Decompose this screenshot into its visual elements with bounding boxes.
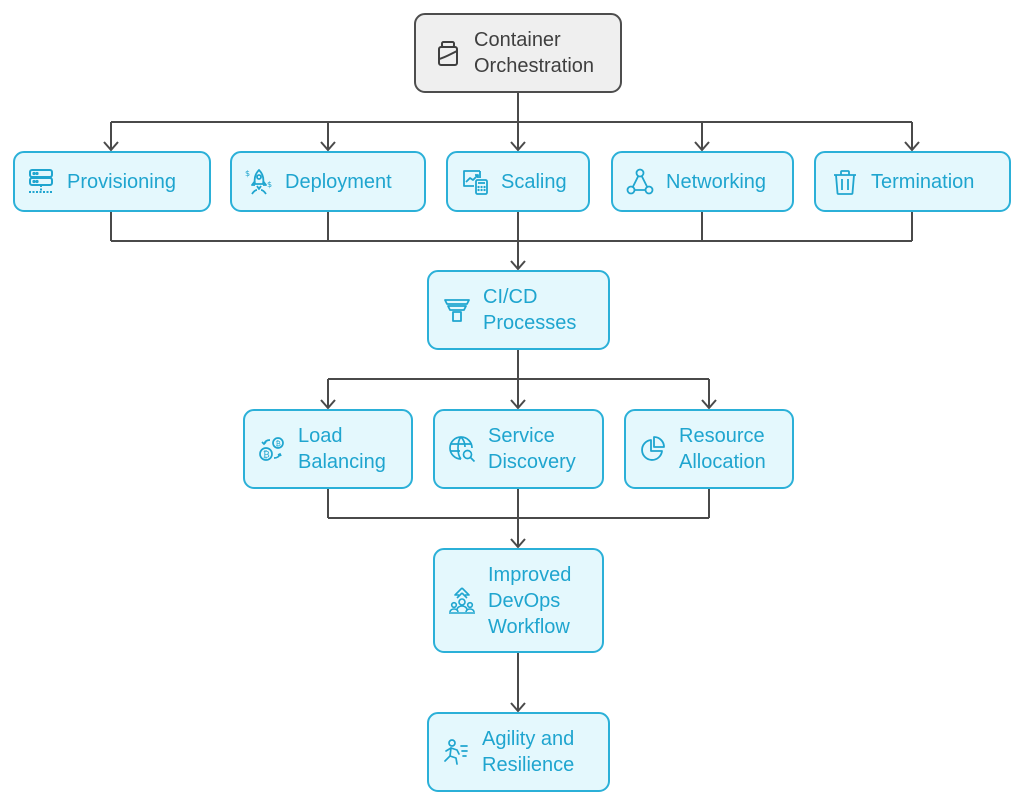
node-networking: Networking: [611, 151, 794, 212]
node-termination: Termination: [814, 151, 1011, 212]
node-label: Improved DevOps Workflow: [488, 563, 572, 638]
node-label: Load Balancing: [298, 425, 386, 473]
svg-text:₿: ₿: [276, 440, 281, 448]
node-label: Agility and Resilience: [482, 728, 575, 776]
server-icon: [26, 167, 56, 197]
node-label: CI/CD Processes: [483, 286, 577, 334]
node-agility-and-resilience: Agility and Resilience: [427, 712, 610, 792]
pie-chart-icon: [638, 434, 668, 464]
node-label: Provisioning: [67, 170, 176, 193]
coin-exchange-icon: ₿ ₿: [257, 434, 287, 464]
globe-search-icon: [447, 434, 477, 464]
node-provisioning: Provisioning: [13, 151, 211, 212]
node-label: Service Discovery: [488, 425, 576, 473]
container-jar-icon: [433, 38, 463, 68]
funnel-icon: [442, 295, 472, 325]
team-growth-icon: [447, 586, 477, 616]
node-label: Termination: [871, 170, 975, 193]
node-label: Container Orchestration: [474, 29, 595, 77]
running-person-icon: [441, 737, 471, 767]
connectors: [103, 92, 920, 713]
svg-text:₿: ₿: [263, 450, 270, 461]
node-service-discovery: Service Discovery: [433, 409, 604, 489]
node-scaling: Scaling: [446, 151, 590, 212]
trash-icon: [830, 167, 860, 197]
node-label: Networking: [666, 170, 767, 193]
svg-text:$: $: [267, 180, 272, 189]
node-load-balancing: ₿ ₿ Load Balancing: [243, 409, 413, 489]
node-improved-devops-workflow: Improved DevOps Workflow: [433, 548, 604, 653]
node-label: Scaling: [501, 170, 567, 193]
rocket-icon: $ $: [244, 167, 274, 197]
node-cicd-processes: CI/CD Processes: [427, 270, 610, 350]
node-resource-allocation: Resource Allocation: [624, 409, 794, 489]
node-container-orchestration: Container Orchestration: [414, 13, 622, 93]
chart-calculator-icon: [460, 167, 490, 197]
node-label: Deployment: [285, 170, 392, 193]
node-deployment: $ $ Deployment: [230, 151, 426, 212]
network-nodes-icon: [625, 167, 655, 197]
svg-text:$: $: [245, 169, 250, 178]
node-label: Resource Allocation: [679, 425, 766, 473]
